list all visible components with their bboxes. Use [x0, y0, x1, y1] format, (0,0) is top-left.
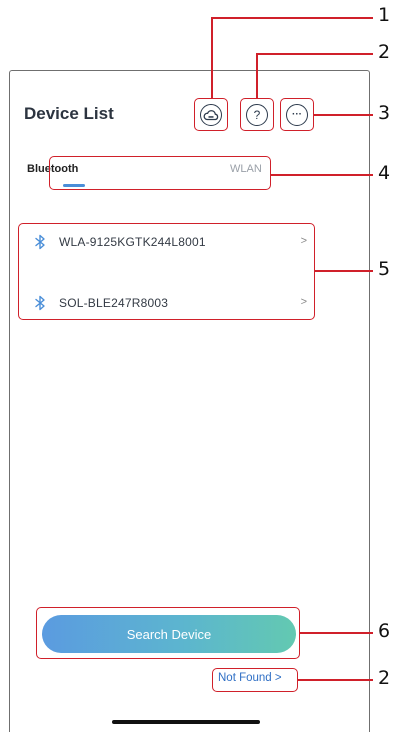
leader-line-3 [313, 114, 373, 116]
leader-line-5 [314, 270, 373, 272]
highlight-box-3 [280, 98, 314, 131]
callout-number: 6 [378, 620, 391, 642]
highlight-box-5 [18, 223, 315, 320]
leader-line-2a [256, 53, 258, 99]
callout-number: 2 [378, 667, 391, 689]
highlight-box-6 [36, 607, 300, 659]
leader-line-1b [211, 17, 373, 19]
page-title: Device List [24, 104, 114, 123]
callout-number: 1 [378, 4, 391, 26]
highlight-box-2 [240, 98, 274, 131]
leader-line-4 [270, 174, 373, 176]
highlight-box-7 [212, 668, 298, 692]
callout-number: 3 [378, 102, 391, 124]
leader-line-6 [299, 632, 373, 634]
leader-line-2b [256, 53, 373, 55]
callout-number: 4 [378, 162, 391, 184]
highlight-box-1 [194, 98, 228, 131]
home-indicator [112, 720, 260, 724]
leader-line-7 [297, 679, 373, 681]
leader-line-1a [211, 17, 213, 99]
callout-number: 2 [378, 41, 391, 63]
highlight-box-4 [49, 156, 271, 190]
callout-number: 5 [378, 258, 391, 280]
